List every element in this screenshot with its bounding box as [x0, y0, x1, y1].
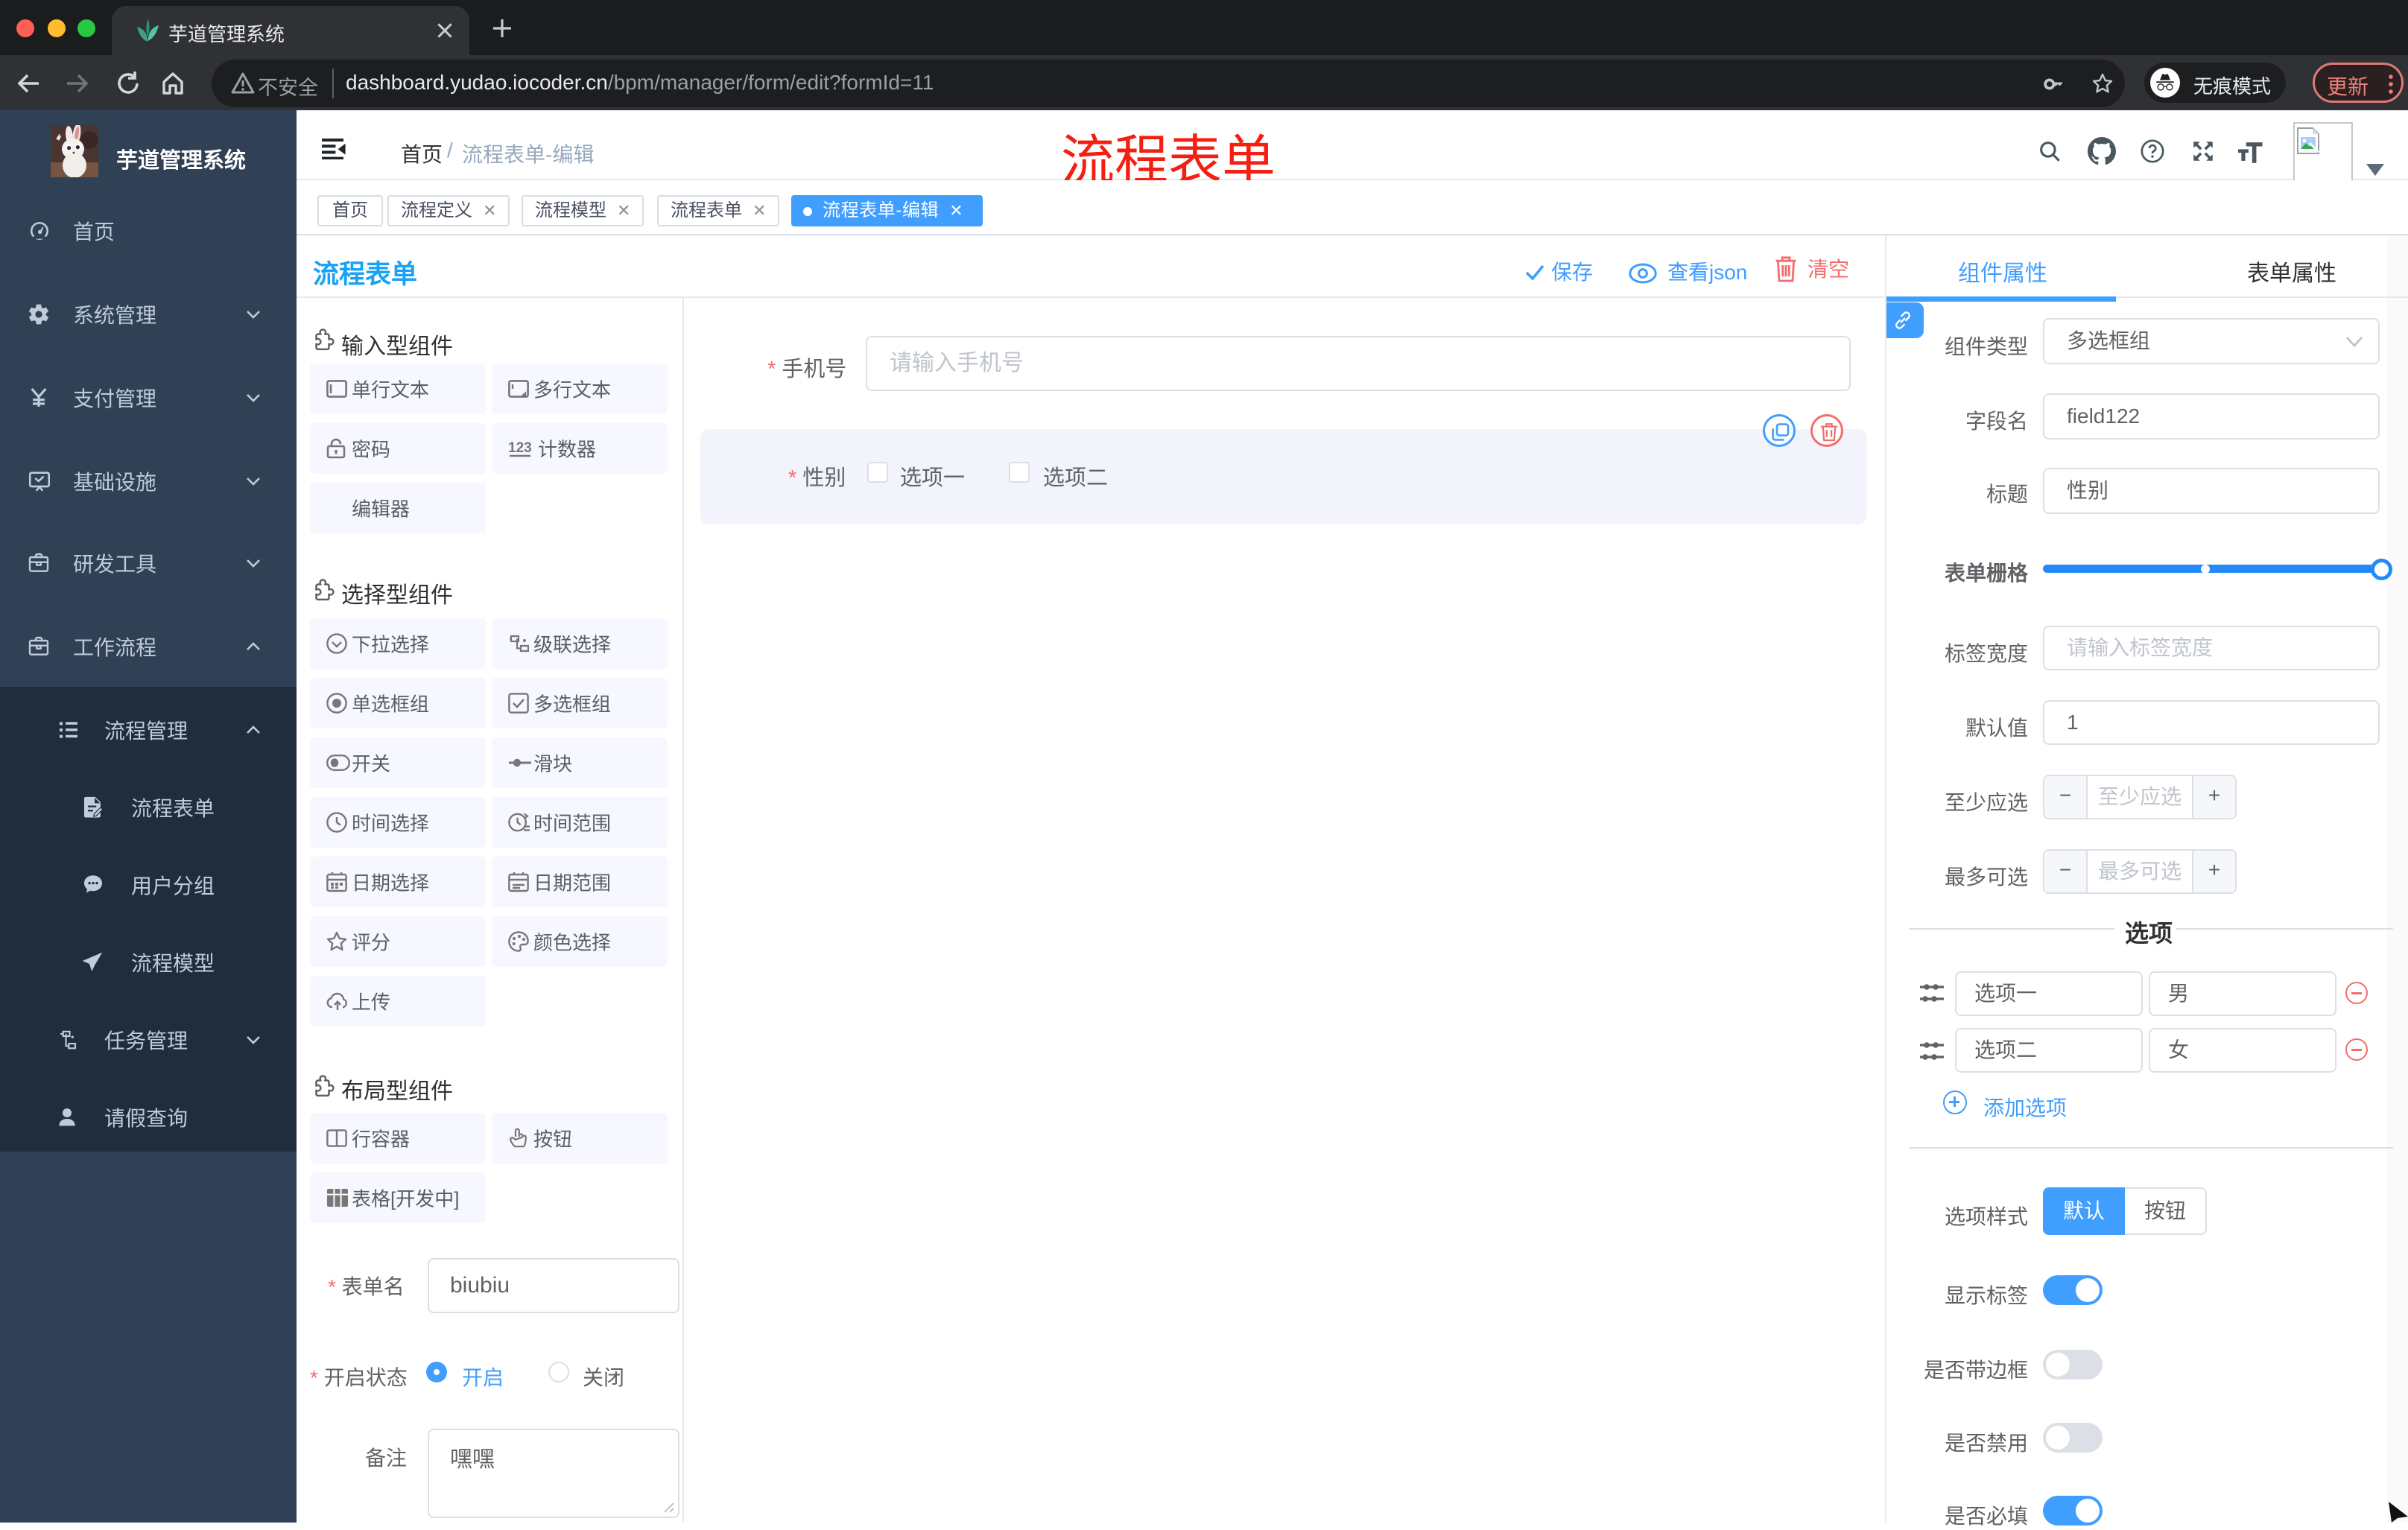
svg-text:123: 123 [508, 440, 532, 456]
